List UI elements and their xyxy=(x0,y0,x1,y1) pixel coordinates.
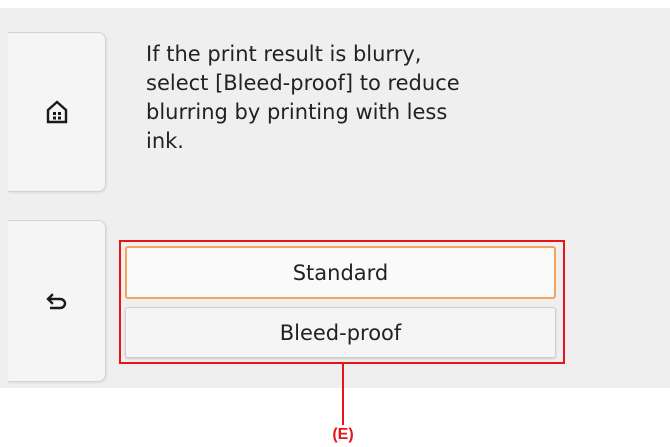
home-icon xyxy=(46,100,68,124)
back-button[interactable] xyxy=(8,220,106,382)
bleed-proof-option-button[interactable]: Bleed-proof xyxy=(125,307,556,358)
standard-option-button[interactable]: Standard xyxy=(125,246,556,299)
instruction-message: If the print result is blurry, select [B… xyxy=(146,42,460,153)
home-button[interactable] xyxy=(8,32,106,192)
callout-line xyxy=(342,364,344,425)
bleed-proof-option-label: Bleed-proof xyxy=(279,320,402,345)
callout-label: (E) xyxy=(332,426,354,443)
standard-option-label: Standard xyxy=(292,260,389,285)
back-arrow-icon xyxy=(45,292,68,310)
